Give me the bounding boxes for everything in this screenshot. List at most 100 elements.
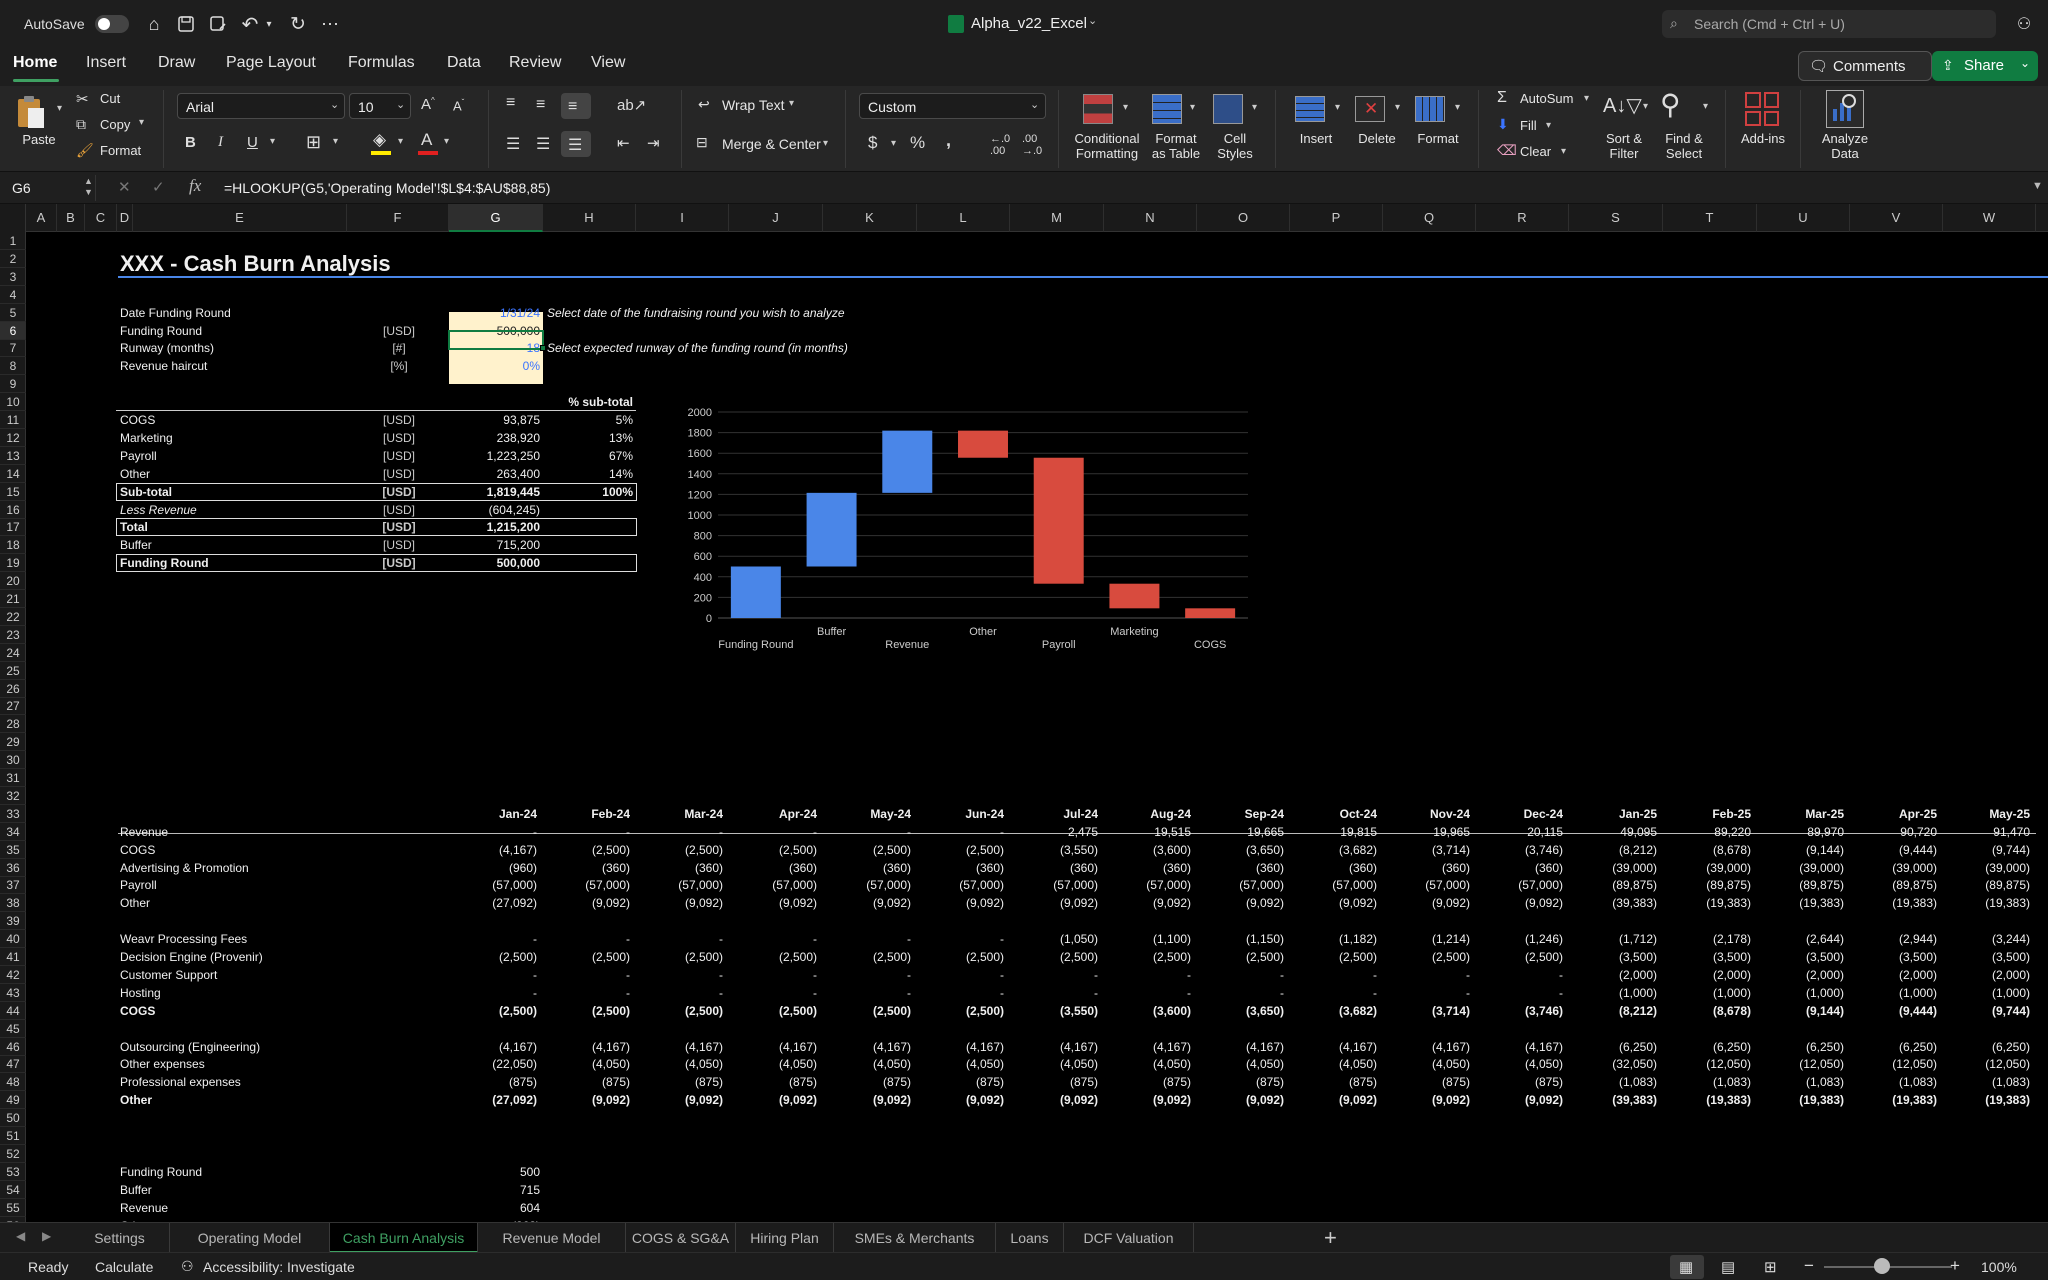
table-cell[interactable]: (9,092) — [823, 895, 911, 911]
conditional-formatting-icon[interactable] — [1083, 94, 1113, 124]
row-header-40[interactable]: 40 — [0, 930, 26, 949]
table-cell[interactable]: (2,644) — [1757, 931, 1844, 947]
table-cell[interactable]: (2,000) — [1943, 967, 2030, 983]
increase-font-icon[interactable]: A^ — [421, 96, 435, 113]
insert-dropdown-icon[interactable]: ▾ — [1335, 102, 1340, 113]
select-all-corner[interactable] — [0, 204, 26, 232]
table-cell[interactable]: (360) — [1290, 860, 1377, 876]
input-value[interactable]: 0% — [452, 358, 540, 374]
table-cell[interactable]: (9,744) — [1943, 1003, 2030, 1019]
merge-dropdown-icon[interactable]: ▾ — [823, 138, 828, 149]
cut-button[interactable]: Cut — [100, 91, 120, 106]
formula-input[interactable]: =HLOOKUP(G5,'Operating Model'!$L$4:$AU$8… — [216, 175, 2028, 201]
table-cell[interactable]: (9,092) — [1290, 895, 1377, 911]
summary-value[interactable]: 715,200 — [449, 537, 540, 553]
tab-review[interactable]: Review — [509, 54, 561, 72]
home-icon[interactable]: ⌂ — [142, 12, 166, 36]
table-cell[interactable]: (2,500) — [1290, 949, 1377, 965]
save-icon[interactable] — [174, 12, 198, 36]
table-cell[interactable]: (1,000) — [1569, 985, 1657, 1001]
tab-page-layout[interactable]: Page Layout — [226, 54, 316, 72]
cell-styles-button[interactable]: Cell Styles — [1206, 131, 1264, 161]
table-cell[interactable]: (19,383) — [1757, 895, 1844, 911]
column-header-w[interactable]: W — [1943, 204, 2036, 232]
format-as-table-icon[interactable] — [1152, 94, 1182, 124]
sort-dropdown-icon[interactable]: ▾ — [1643, 101, 1648, 112]
table-cell[interactable]: - — [543, 824, 630, 840]
table-cell[interactable]: (3,600) — [1104, 842, 1191, 858]
table-cell[interactable]: (1,712) — [1569, 931, 1657, 947]
table-cell[interactable]: (1,182) — [1290, 931, 1377, 947]
table-cell[interactable]: - — [1290, 967, 1377, 983]
table-cell[interactable]: (6,250) — [1943, 1039, 2030, 1055]
wrap-text-icon[interactable]: ↩ — [698, 96, 710, 113]
table-cell[interactable]: (39,000) — [1663, 860, 1751, 876]
row-header-45[interactable]: 45 — [0, 1020, 26, 1038]
table-cell[interactable]: (360) — [823, 860, 911, 876]
table-cell[interactable]: (8,678) — [1663, 1003, 1751, 1019]
accessibility-button[interactable]: Accessibility: Investigate — [203, 1259, 355, 1275]
summary-pct[interactable] — [545, 502, 633, 518]
format-cells-button[interactable]: Format — [1411, 131, 1465, 146]
table-cell[interactable]: (89,875) — [1943, 877, 2030, 893]
fill-button[interactable]: Fill — [1520, 118, 1537, 133]
table-cell[interactable]: (3,500) — [1757, 949, 1844, 965]
summary-pct[interactable]: 13% — [545, 430, 633, 446]
row-header-51[interactable]: 51 — [0, 1127, 26, 1145]
table-cell[interactable]: (9,092) — [1383, 1092, 1470, 1108]
table-cell[interactable]: - — [729, 931, 817, 947]
table-cell[interactable]: (39,000) — [1943, 860, 2030, 876]
table-cell[interactable]: - — [1290, 985, 1377, 1001]
table-cell[interactable]: (19,383) — [1943, 1092, 2030, 1108]
table-cell[interactable]: (4,167) — [1290, 1039, 1377, 1055]
table-cell[interactable]: - — [543, 931, 630, 947]
normal-view-button[interactable]: ▦ — [1670, 1255, 1704, 1279]
table-cell[interactable]: - — [729, 985, 817, 1001]
find-select-button[interactable]: Find & Select — [1656, 131, 1712, 161]
font-color-icon[interactable]: A — [421, 130, 432, 150]
column-header-u[interactable]: U — [1757, 204, 1850, 232]
table-cell[interactable]: (2,178) — [1663, 931, 1751, 947]
worksheet-grid[interactable]: ABCDEFGHIJKLMNOPQRSTUVW 1 2 3 4 5 6 7 8 9 10 11 12 1… — [0, 204, 2048, 1222]
table-cell[interactable]: (2,500) — [543, 949, 630, 965]
row-header-10[interactable]: 10 — [0, 393, 26, 412]
sort-filter-button[interactable]: Sort & Filter — [1596, 131, 1652, 161]
tab-home[interactable]: Home — [13, 54, 57, 72]
copy-icon[interactable]: ⧉ — [76, 116, 86, 133]
table-cell[interactable]: (360) — [1197, 860, 1284, 876]
table-cell[interactable]: (2,500) — [729, 949, 817, 965]
align-middle-icon[interactable]: ≡ — [536, 96, 545, 114]
column-header-g[interactable]: G — [449, 204, 543, 232]
table-cell[interactable]: (2,000) — [1663, 967, 1751, 983]
orientation-icon[interactable]: ab↗ — [617, 96, 646, 114]
table-cell[interactable]: (89,875) — [1663, 877, 1751, 893]
row-header-2[interactable]: 2 — [0, 250, 26, 268]
column-header-a[interactable]: A — [26, 204, 57, 232]
row-header-5[interactable]: 5 — [0, 304, 26, 322]
table-cell[interactable]: (4,167) — [636, 1039, 723, 1055]
table-cell[interactable]: (1,000) — [1943, 985, 2030, 1001]
column-header-r[interactable]: R — [1476, 204, 1569, 232]
column-header-j[interactable]: J — [729, 204, 823, 232]
table-cell[interactable]: - — [1197, 967, 1284, 983]
find-select-icon[interactable]: ⚲ — [1660, 88, 1681, 121]
column-header-p[interactable]: P — [1290, 204, 1383, 232]
table-cell[interactable]: (4,050) — [1476, 1056, 1563, 1072]
fat-dropdown-icon[interactable]: ▾ — [1190, 102, 1195, 113]
table-cell[interactable]: (875) — [1290, 1074, 1377, 1090]
percent-icon[interactable]: % — [910, 133, 925, 153]
autosum-button[interactable]: AutoSum — [1520, 91, 1573, 106]
column-header-l[interactable]: L — [917, 204, 1010, 232]
table-cell[interactable]: (4,050) — [543, 1056, 630, 1072]
table-cell[interactable]: (89,875) — [1757, 877, 1844, 893]
autosum-dropdown-icon[interactable]: ▾ — [1584, 93, 1589, 104]
table-cell[interactable]: (360) — [1476, 860, 1563, 876]
table-cell[interactable]: (9,144) — [1757, 842, 1844, 858]
analyze-data-button[interactable]: Analyze Data — [1812, 131, 1878, 161]
row-header-17[interactable]: 17 — [0, 518, 26, 537]
sort-filter-icon[interactable]: A↓▽ — [1603, 93, 1642, 118]
paste-dropdown-icon[interactable]: ▾ — [57, 103, 62, 114]
table-cell[interactable]: - — [636, 967, 723, 983]
tab-data[interactable]: Data — [447, 54, 481, 72]
fill-icon[interactable]: ⬇ — [1497, 116, 1509, 133]
